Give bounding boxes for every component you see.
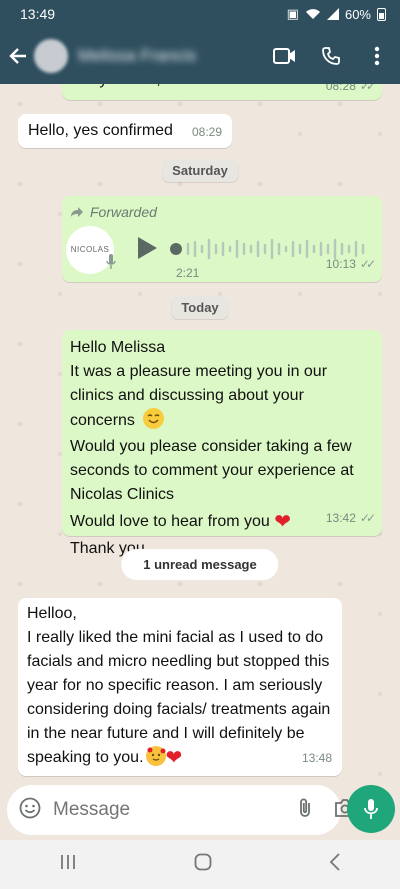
message-bubble[interactable]: Dbayeh 209, 4th floor 08:28✓✓ bbox=[62, 84, 382, 100]
read-ticks-icon: ✓✓ bbox=[359, 257, 376, 271]
system-navigation-bar bbox=[0, 840, 400, 889]
unread-divider: 1 unread message bbox=[121, 549, 279, 580]
more-options-icon[interactable] bbox=[354, 28, 400, 84]
message-line: It was a pleasure meeting you in our cli… bbox=[70, 363, 328, 429]
read-ticks-icon: ✓✓ bbox=[359, 84, 376, 93]
message-time: 10:13 bbox=[325, 257, 356, 271]
message-time: 13:42 bbox=[325, 511, 356, 525]
mic-icon bbox=[364, 799, 378, 819]
message-text: Helloo, I really liked the mini facial a… bbox=[27, 602, 337, 770]
video-call-icon[interactable] bbox=[262, 28, 308, 84]
status-time: 13:49 bbox=[20, 6, 56, 22]
message-time: 08:28 bbox=[325, 84, 356, 93]
voice-record-button[interactable] bbox=[347, 785, 395, 833]
attach-icon[interactable] bbox=[298, 797, 312, 824]
contact-avatar[interactable] bbox=[34, 39, 68, 73]
play-button[interactable] bbox=[136, 236, 158, 268]
message-text: Dbayeh 209, 4th floor bbox=[70, 84, 223, 92]
message-time: 13:48 bbox=[301, 751, 332, 765]
mic-badge-icon bbox=[106, 254, 116, 269]
date-divider: Saturday bbox=[162, 159, 238, 182]
chat-header: Melissa Francis bbox=[0, 28, 400, 84]
battery-icon bbox=[377, 7, 386, 21]
message-line: Would love to hear from you bbox=[70, 513, 270, 530]
message-time: 08:29 bbox=[191, 125, 222, 139]
message-bubble[interactable]: Hello Melissa It was a pleasure meeting … bbox=[62, 330, 382, 557]
message-bubble[interactable]: Helloo, I really liked the mini facial a… bbox=[18, 598, 342, 776]
emoji-icon[interactable] bbox=[19, 797, 41, 824]
status-icons: ▣ 60% bbox=[287, 6, 386, 22]
heart-emoji-icon: ❤ bbox=[165, 747, 183, 769]
message-line: Would you please consider taking a few s… bbox=[70, 438, 354, 503]
forward-icon bbox=[71, 207, 83, 217]
battery-percent: 60% bbox=[344, 6, 371, 22]
status-bar: 13:49 ▣ 60% bbox=[0, 0, 400, 28]
message-body: Helloo, I really liked the mini facial a… bbox=[27, 605, 331, 766]
logo-text: NICOLAS bbox=[70, 245, 110, 254]
love-emoji-icon bbox=[145, 746, 166, 766]
back-nav-icon[interactable] bbox=[329, 853, 341, 876]
message-composer bbox=[7, 785, 355, 835]
heart-emoji-icon: ❤ bbox=[274, 511, 292, 533]
message-line: Hello Melissa bbox=[70, 339, 166, 356]
signal-icon bbox=[326, 8, 339, 20]
voice-message-bubble[interactable]: Forwarded NICOLAS 2:21 10:13 ✓✓ bbox=[62, 196, 382, 282]
voice-call-icon[interactable] bbox=[308, 28, 354, 84]
home-icon[interactable] bbox=[194, 853, 212, 876]
chat-area[interactable]: Dbayeh 209, 4th floor 08:28✓✓ Hello, yes… bbox=[0, 84, 400, 784]
wifi-icon bbox=[305, 9, 320, 19]
date-divider: Today bbox=[171, 296, 229, 319]
read-ticks-icon: ✓✓ bbox=[359, 511, 376, 525]
message-bubble[interactable]: Hello, yes confirmed 08:29 bbox=[18, 114, 232, 148]
message-text: Hello, yes confirmed bbox=[28, 122, 173, 139]
voice-duration: 2:21 bbox=[176, 266, 200, 280]
forwarded-label: Forwarded bbox=[90, 204, 157, 220]
alarm-icon: ▣ bbox=[286, 6, 299, 21]
contact-name[interactable]: Melissa Francis bbox=[78, 46, 262, 66]
recent-apps-icon[interactable] bbox=[59, 854, 77, 875]
message-input[interactable] bbox=[53, 799, 298, 821]
back-arrow-icon[interactable] bbox=[0, 28, 36, 84]
smile-emoji-icon bbox=[143, 408, 165, 429]
